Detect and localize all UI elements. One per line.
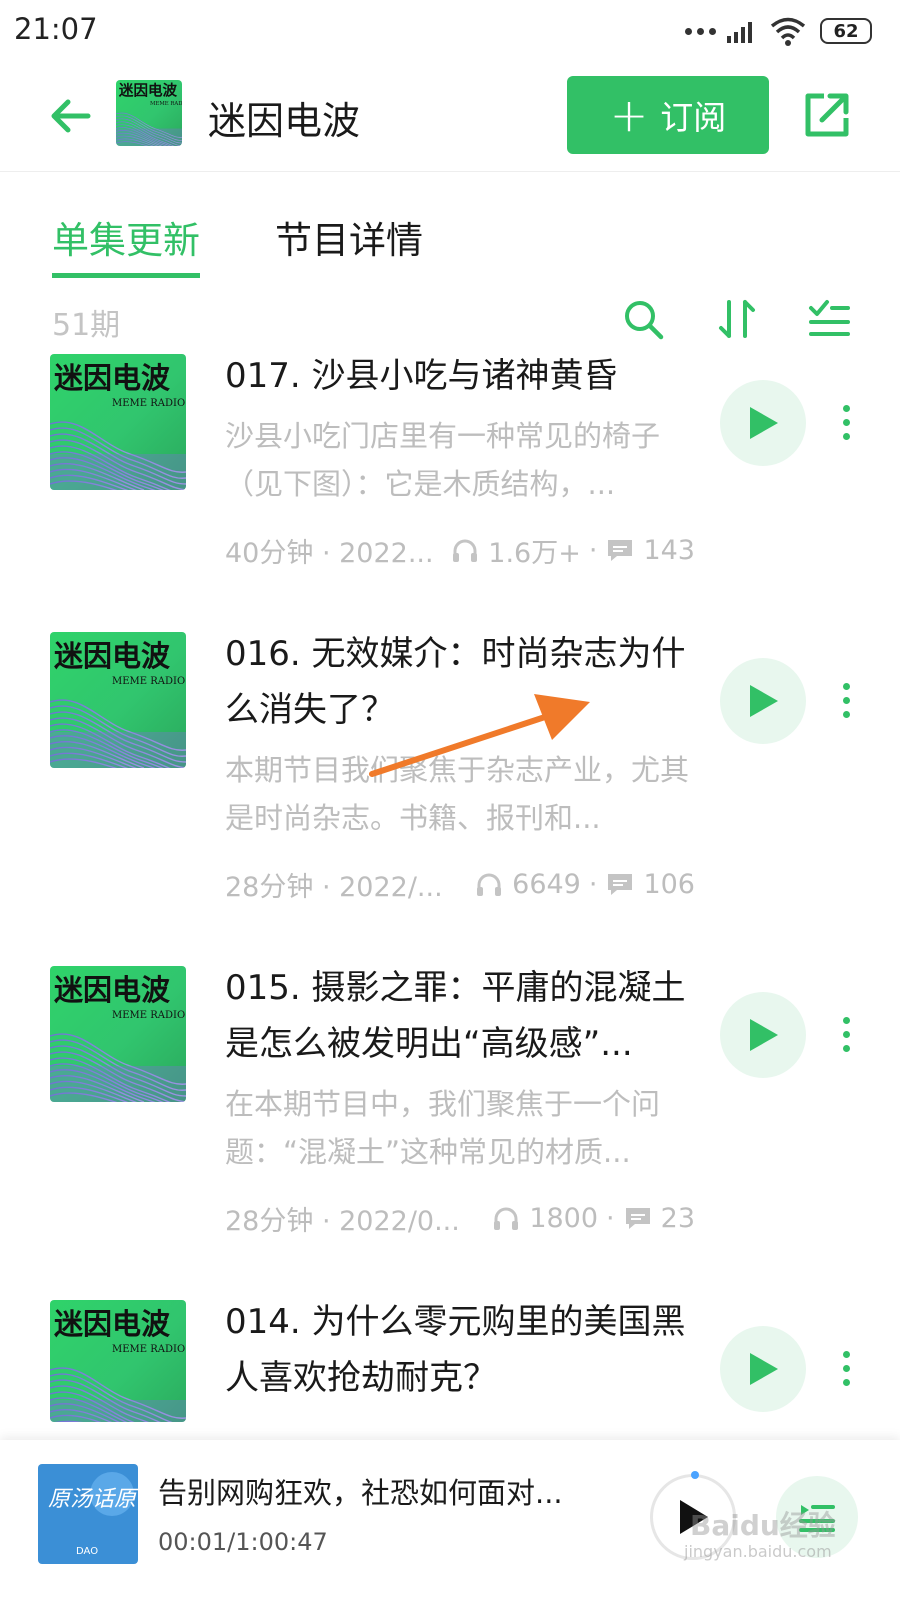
episode-cover: 迷因电波 MEME RADIO (50, 1300, 186, 1422)
episode-title[interactable]: 017. 沙县小吃与诸神黄昏 (225, 348, 695, 404)
svg-text:迷因电波: 迷因电波 (118, 82, 178, 100)
episode-meta: 28分钟 · 2022/0... 1800 · 23 (225, 1198, 695, 1238)
headphones-icon (453, 539, 478, 562)
share-icon[interactable] (800, 88, 854, 142)
back-arrow-icon[interactable] (44, 90, 96, 142)
play-icon (750, 1019, 778, 1051)
svg-text:MEME RADIO: MEME RADIO (112, 398, 185, 409)
now-playing-cover: 原汤话原食 DAO (38, 1464, 138, 1564)
sort-icon[interactable] (714, 296, 760, 342)
now-playing-title: 告别网购狂欢，社恐如何面对... (158, 1476, 563, 1510)
svg-text:MEME RADIO: MEME RADIO (112, 1010, 185, 1021)
episode-duration-date: 28分钟 · 2022/... (225, 871, 443, 903)
svg-text:原汤话原食: 原汤话原食 (48, 1487, 138, 1512)
play-count: 1800 (529, 1202, 599, 1234)
svg-text:MEME RADIO: MEME RADIO (112, 676, 185, 687)
episode-duration-date: 40分钟 · 2022... (225, 537, 434, 569)
more-dots-icon (685, 27, 716, 35)
playback-time: 00:01/1:00:47 (158, 1528, 328, 1556)
comment-icon (608, 540, 633, 561)
signal-icon (727, 22, 752, 43)
play-count: 6649 (512, 868, 581, 900)
progress-dot (691, 1471, 699, 1479)
comment-icon (608, 874, 633, 895)
podcast-title: 迷因电波 (208, 99, 361, 143)
svg-text:迷因电波: 迷因电波 (54, 1307, 171, 1341)
search-icon[interactable] (620, 296, 666, 342)
play-icon (750, 1353, 778, 1385)
comment-count: 143 (643, 534, 695, 566)
episode-meta: 40分钟 · 2022... 1.6万+ · 143 (225, 530, 695, 570)
tab-episodes[interactable]: 单集更新 (52, 210, 200, 278)
episode-description: 沙县小吃门店里有一种常见的椅子（见下图）：它是木质结构，... (225, 419, 661, 501)
episode-title[interactable]: 016. 无效媒介：时尚杂志为什么消失了？ (225, 626, 695, 738)
tab-program-details[interactable]: 节目详情 (275, 210, 423, 264)
battery-indicator: 62 (820, 18, 872, 44)
mini-player[interactable]: 原汤话原食 DAO 告别网购狂欢，社恐如何面对... 00:01/1:00:47… (0, 1440, 900, 1600)
wifi-icon (770, 17, 806, 46)
episode-title[interactable]: 014. 为什么零元购里的美国黑人喜欢抢劫耐克？ (225, 1294, 695, 1406)
episode-title[interactable]: 015. 摄影之罪：平庸的混凝土是怎么被发明出“高级感”... (225, 960, 695, 1072)
filter-list-icon[interactable] (806, 296, 852, 342)
svg-text:迷因电波: 迷因电波 (54, 639, 171, 673)
list-toolbar: 51期 (0, 292, 900, 352)
plus-icon: + (609, 88, 649, 142)
svg-text:MEME RADIO: MEME RADIO (150, 101, 182, 107)
play-button[interactable] (720, 992, 806, 1078)
tab-bar: 单集更新 节目详情 (0, 172, 900, 278)
episode-description: 本期节目我们聚焦于杂志产业，尤其是时尚杂志。书籍、报刊和... (225, 753, 690, 835)
headphones-icon (494, 1207, 519, 1230)
header: 迷因电波 MEME RADIO 迷因电波 + 订阅 (0, 62, 900, 172)
comment-count: 23 (660, 1202, 695, 1234)
watermark: Baidu经验 (690, 1509, 836, 1542)
episode-count: 51期 (52, 308, 121, 343)
episode-cover: 迷因电波 MEME RADIO (50, 354, 186, 490)
play-icon (750, 407, 778, 439)
play-button[interactable] (720, 380, 806, 466)
play-count: 1.6万+ (488, 537, 581, 569)
comment-count: 106 (643, 868, 695, 900)
play-icon (750, 685, 778, 717)
more-options-icon[interactable] (832, 392, 860, 452)
svg-text:DAO: DAO (76, 1546, 98, 1557)
comment-icon (625, 1208, 650, 1229)
more-options-icon[interactable] (832, 1004, 860, 1064)
episode-duration-date: 28分钟 · 2022/0... (225, 1205, 460, 1237)
episode-description: 在本期节目中，我们聚焦于一个问题：“混凝土”这种常见的材质... (225, 1087, 661, 1169)
status-icons: 62 (685, 14, 872, 48)
subscribe-label: 订阅 (660, 98, 727, 137)
status-bar: 21:07 62 (0, 0, 900, 62)
svg-text:迷因电波: 迷因电波 (54, 973, 171, 1007)
watermark-url: jingyan.baidu.com (684, 1542, 832, 1561)
play-button[interactable] (720, 1326, 806, 1412)
more-options-icon[interactable] (832, 1338, 860, 1398)
play-button[interactable] (720, 658, 806, 744)
episode-cover: 迷因电波 MEME RADIO (50, 966, 186, 1102)
svg-text:MEME RADIO: MEME RADIO (112, 1344, 185, 1355)
podcast-cover-thumbnail: 迷因电波 MEME RADIO (116, 80, 182, 146)
episode-cover: 迷因电波 MEME RADIO (50, 632, 186, 768)
status-time: 21:07 (14, 12, 98, 46)
episode-meta: 28分钟 · 2022/... 6649 · 106 (225, 864, 695, 904)
more-options-icon[interactable] (832, 670, 860, 730)
headphones-icon (477, 873, 502, 896)
svg-text:迷因电波: 迷因电波 (54, 361, 171, 395)
subscribe-button[interactable]: + 订阅 (567, 76, 769, 154)
